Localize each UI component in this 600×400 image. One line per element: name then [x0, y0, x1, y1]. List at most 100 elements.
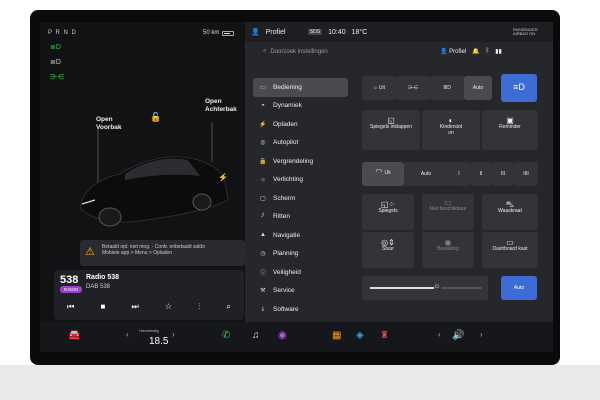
- dashboard-below: [0, 365, 600, 400]
- media-title: Radio 538: [86, 274, 120, 281]
- wiper-speed-1-label: I: [458, 171, 460, 177]
- high-beam-icon: ≡D: [513, 82, 525, 92]
- payment-warning: ⚠ Betaald opl. niet mog. - Contr. onbeta…: [80, 240, 245, 266]
- menu-item-opladen[interactable]: ⚡ Opladen: [253, 115, 348, 134]
- wipers-auto-label: Auto: [420, 171, 432, 177]
- wipers-off-label: Uit: [384, 170, 391, 176]
- search-icon[interactable]: ⌕: [226, 302, 230, 312]
- profile-icon[interactable]: 👤: [251, 28, 260, 36]
- profile-label: Profiel: [449, 49, 467, 55]
- parking-lights-button[interactable]: ⋺⋲: [396, 76, 430, 100]
- car-icon: ▭: [260, 84, 266, 91]
- mirrors-label: Spiegels: [378, 208, 398, 214]
- lock-icon[interactable]: 🔓: [150, 113, 161, 122]
- car-icon: ◓: [261, 102, 265, 109]
- washer-button[interactable]: ⛍ Waaskraat: [482, 194, 538, 230]
- menu-item-scherm[interactable]: ▢ Scherm: [253, 189, 348, 208]
- reminder-button[interactable]: ▣ Reminder: [482, 110, 538, 150]
- lights-off-button[interactable]: ☼ Uit: [362, 76, 396, 100]
- volume-icon[interactable]: 🔊: [452, 330, 464, 341]
- warning-line-2: Mobiele app > Menu > Opladen: [102, 250, 173, 256]
- menu-item-dynamiek[interactable]: ◓ Dynamiek: [253, 97, 348, 116]
- open-trunk-button[interactable]: Open Achterbak: [205, 98, 237, 114]
- volume-up-icon[interactable]: ›: [480, 330, 483, 339]
- brightness-fill: [370, 287, 434, 289]
- brightness-slider-card[interactable]: ☼: [362, 276, 488, 300]
- arcade-icon[interactable]: ♜: [380, 330, 389, 341]
- navigation-icon: ▲: [260, 232, 266, 239]
- auto-beam-icon: ≣D: [50, 59, 61, 66]
- menu-item-planning[interactable]: ◷ Planning: [253, 245, 348, 264]
- menu-item-autopilot[interactable]: ◎ Autopilot: [253, 134, 348, 153]
- wiper-speed-2-label: II: [479, 171, 483, 177]
- steering-label: Stuur: [382, 246, 394, 252]
- media-app-icon[interactable]: ◉: [278, 330, 287, 341]
- wiper-speed-4[interactable]: IIII: [514, 162, 538, 186]
- bluetooth-icon[interactable]: ᛒ: [486, 48, 490, 55]
- menu-label: Ritten: [273, 213, 290, 221]
- volume-down-icon[interactable]: ‹: [438, 330, 441, 339]
- favorite-icon[interactable]: ☆: [165, 302, 172, 312]
- wiper-speed-1[interactable]: I: [448, 162, 470, 186]
- mirrors-button[interactable]: ◱⁘ Spiegels: [362, 194, 414, 230]
- lock-icon: 🔒: [259, 158, 267, 165]
- wipers-auto-button[interactable]: Auto: [404, 162, 448, 186]
- equalizer-icon[interactable]: ⫶: [198, 302, 200, 312]
- bolt-icon: ⚡: [259, 121, 267, 128]
- bottom-dock: 🚘 ‹ Handmatig 18.5 › ✆ ♫ ◉ ▦ ◈ ♜ ‹ 🔊 ›: [40, 322, 553, 352]
- child-lock-button[interactable]: ◐ Kinderslot on: [422, 110, 480, 150]
- wiper-speed-3[interactable]: III: [492, 162, 514, 186]
- wiper-speed-2[interactable]: II: [470, 162, 492, 186]
- menu-item-service[interactable]: ⚒ Service: [253, 282, 348, 301]
- range-value: 50 km: [203, 30, 220, 36]
- bell-icon[interactable]: 🔔: [472, 48, 479, 55]
- lights-auto-button[interactable]: Auto: [464, 76, 492, 100]
- car-icon[interactable]: 🚘: [68, 330, 80, 341]
- temp-down-icon[interactable]: ‹: [126, 330, 129, 339]
- washer-label: Waaskraat: [498, 208, 522, 214]
- shield-icon: ⓘ: [259, 270, 266, 277]
- settings-search[interactable]: ⌕ Doorzoek instellingen: [263, 48, 328, 55]
- wipers-off-button[interactable]: ◠ Uit: [362, 162, 404, 186]
- menu-item-navigatie[interactable]: ▲ Navigatie: [253, 226, 348, 245]
- topbar-profile[interactable]: Profiel: [266, 29, 286, 36]
- brightness-auto-button[interactable]: Auto: [501, 276, 537, 300]
- next-icon[interactable]: ⏭: [131, 302, 138, 312]
- glovebox-button[interactable]: ▭ Dashboard kast: [482, 232, 538, 268]
- low-beam-button[interactable]: ≣D: [430, 76, 464, 100]
- outside-temp: 18°C: [351, 28, 368, 36]
- search-input[interactable]: Doorzoek instellingen: [270, 49, 327, 55]
- high-beam-button[interactable]: ≡D: [501, 74, 537, 102]
- menu-item-veiligheid[interactable]: ⓘ Veiligheid: [253, 263, 348, 282]
- stop-icon[interactable]: ■: [100, 302, 105, 312]
- photos-icon[interactable]: ◈: [356, 330, 364, 341]
- gear-indicator: P R N D: [48, 30, 77, 36]
- radio-badge: RADIO: [60, 286, 83, 293]
- calendar-icon[interactable]: ▦: [332, 330, 341, 341]
- brightness-icon[interactable]: ☼: [433, 282, 440, 290]
- sentry-label: Bewaking: [437, 246, 459, 252]
- steering-adjust-button[interactable]: ◎⇕ Stuur: [362, 232, 414, 268]
- menu-item-vergrendeling[interactable]: 🔒 Vergrendeling: [253, 152, 348, 171]
- temp-up-icon[interactable]: ›: [172, 330, 175, 339]
- sentry-button[interactable]: ◉ Bewaking: [422, 232, 474, 268]
- climate-temp[interactable]: Handmatig 18.5: [135, 328, 168, 347]
- menu-item-verlichting[interactable]: ☼ Verlichting: [253, 171, 348, 190]
- climate-mode: Handmatig: [139, 328, 159, 333]
- media-player: 538 RADIO Radio 538 DAB 538 ⏮ ■ ⏭ ☆ ⫶ ⌕: [54, 270, 244, 320]
- menu-label: Verlichting: [273, 176, 303, 184]
- range-indicator: 50 km: [203, 30, 235, 36]
- previous-icon[interactable]: ⏮: [67, 302, 74, 312]
- media-controls: ⏮ ■ ⏭ ☆ ⫶ ⌕: [54, 302, 244, 312]
- fold-mirrors-button[interactable]: ◱ Spiegels inklappen: [362, 110, 420, 150]
- phone-icon[interactable]: ✆: [222, 330, 230, 341]
- menu-item-bediening[interactable]: ▭ Bediening: [253, 78, 348, 97]
- music-icon[interactable]: ♫: [252, 330, 260, 341]
- profile-button[interactable]: 👤 Profiel: [440, 48, 466, 55]
- menu-label: Navigatie: [273, 231, 301, 239]
- svg-text:⚡: ⚡: [218, 172, 228, 182]
- parking-lights-icon: ⋺⋲: [408, 85, 418, 91]
- menu-item-ritten[interactable]: ⫽ Ritten: [253, 208, 348, 227]
- sos-button[interactable]: SOS: [307, 29, 323, 35]
- menu-item-software[interactable]: ⤓ Software: [253, 300, 348, 319]
